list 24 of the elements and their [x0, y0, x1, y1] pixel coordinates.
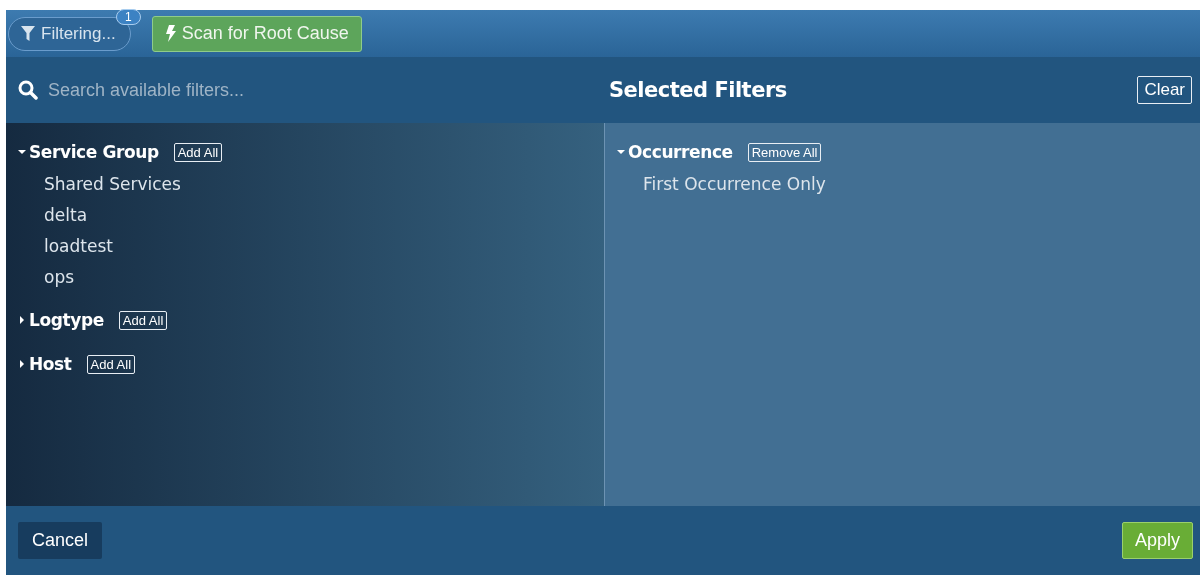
- add-all-button[interactable]: Add All: [173, 142, 223, 162]
- group-title: Occurrence: [628, 142, 733, 162]
- filter-item[interactable]: First Occurrence Only: [617, 174, 826, 194]
- caret-icon[interactable]: [18, 360, 26, 368]
- group-title: Host: [29, 354, 72, 374]
- count-badge: 1: [115, 8, 141, 25]
- lightning-icon: [164, 25, 176, 42]
- filter-item[interactable]: delta: [18, 205, 88, 225]
- add-all-button[interactable]: Add All: [86, 354, 136, 374]
- add-all-button[interactable]: Add All: [118, 310, 168, 330]
- clear-button[interactable]: Clear: [1137, 76, 1192, 104]
- panel-title: Selected Filters: [609, 78, 787, 102]
- group-title: Logtype: [29, 310, 104, 330]
- remove-all-button[interactable]: Remove All: [747, 142, 822, 162]
- filter-icon: [21, 26, 35, 41]
- caret-icon[interactable]: [18, 148, 26, 156]
- cancel-button[interactable]: Cancel: [18, 522, 103, 559]
- filter-item[interactable]: ops: [18, 267, 75, 287]
- search-field[interactable]: Search available filters...: [46, 78, 550, 102]
- search-icon: [18, 80, 38, 100]
- caret-icon[interactable]: [18, 316, 26, 324]
- filter-item[interactable]: loadtest: [18, 236, 113, 256]
- filter-item[interactable]: Shared Services: [18, 174, 181, 194]
- group-title: Service Group: [29, 142, 159, 162]
